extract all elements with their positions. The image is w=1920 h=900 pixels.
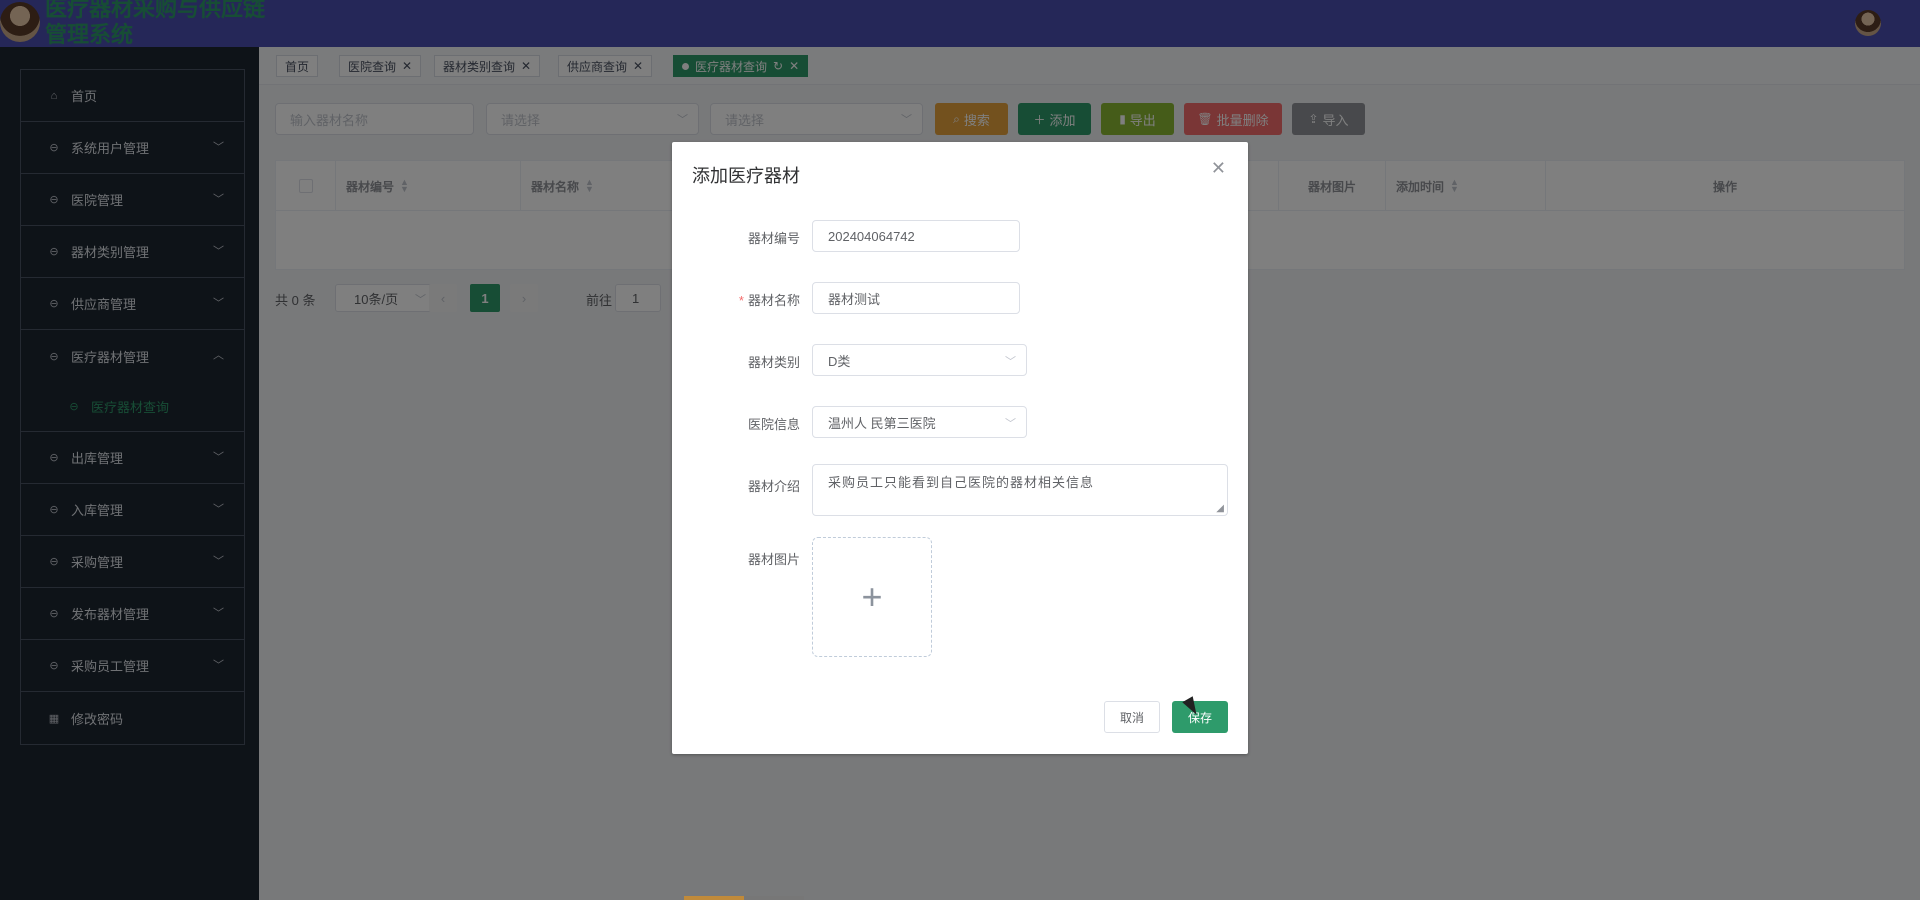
hospital-select[interactable]: 温州人 民第三医院 ﹀ xyxy=(812,406,1027,438)
hospital-label: 医院信息 xyxy=(747,417,800,432)
resize-handle-icon[interactable]: ◢ xyxy=(1216,503,1225,514)
name-input[interactable]: 器材测试 xyxy=(812,282,1020,314)
taskbar-indicator xyxy=(744,896,804,900)
category-select[interactable]: D类 ﹀ xyxy=(812,344,1027,376)
chevron-down-icon: ﹀ xyxy=(1005,418,1016,430)
chevron-down-icon: ﹀ xyxy=(1005,356,1016,368)
close-icon[interactable]: ✕ xyxy=(1211,158,1226,179)
code-input[interactable]: 202404064742 xyxy=(812,220,1020,252)
image-label: 器材图片 xyxy=(747,552,800,567)
name-label: * 器材名称 xyxy=(738,293,800,308)
cancel-button[interactable]: 取消 xyxy=(1104,701,1160,733)
dialog-title: 添加医疗器材 xyxy=(692,166,800,186)
intro-textarea[interactable]: 采购员工只能看到自己医院的器材相关信息 ◢ xyxy=(812,464,1228,516)
required-mark: * xyxy=(738,293,744,308)
save-button[interactable]: 保存 xyxy=(1172,701,1228,733)
plus-icon: + xyxy=(861,576,883,617)
taskbar-indicator xyxy=(684,896,744,900)
category-label: 器材类别 xyxy=(747,355,800,370)
image-uploader[interactable]: + xyxy=(812,537,932,657)
intro-label: 器材介绍 xyxy=(747,479,800,494)
add-equipment-dialog: 添加医疗器材 ✕ 器材编号 202404064742 * 器材名称 器材测试 器材… xyxy=(672,142,1248,754)
code-label: 器材编号 xyxy=(747,231,800,246)
